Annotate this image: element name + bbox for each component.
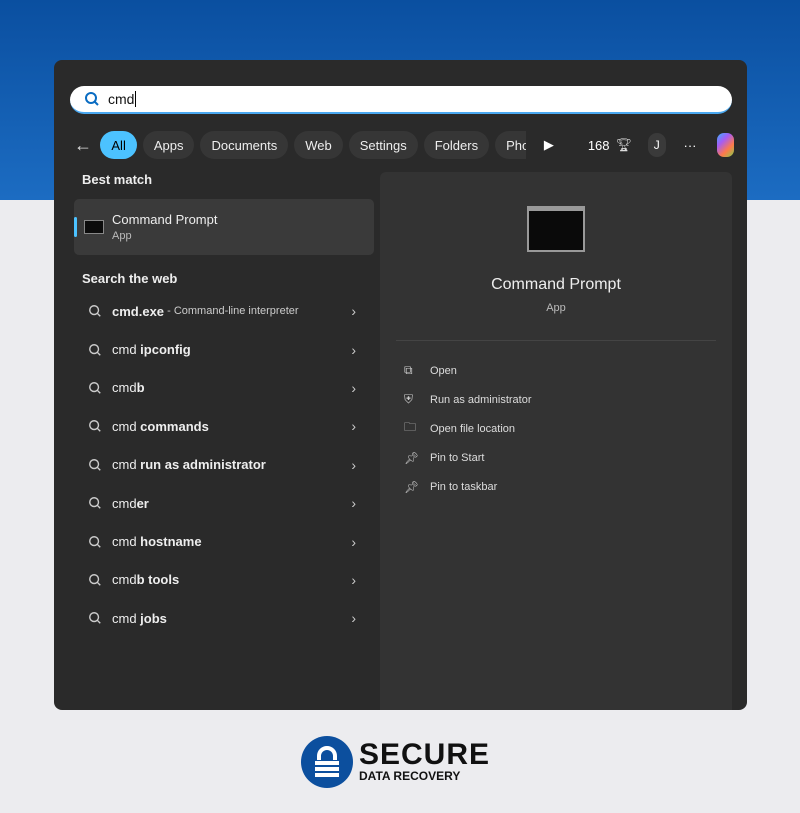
padlock-icon — [301, 736, 353, 788]
web-result-prefix: cmd — [112, 572, 137, 588]
rewards-trophy-icon: 🏆︎ — [615, 137, 633, 152]
command-prompt-large-icon — [527, 206, 585, 252]
preview-title: Command Prompt — [491, 276, 621, 293]
chevron-right-icon: › — [351, 341, 356, 358]
divider — [396, 340, 716, 341]
web-result-suffix: ipconfig — [140, 342, 191, 358]
logo-line2: DATA RECOVERY — [359, 769, 461, 783]
search-icon — [89, 305, 101, 317]
chevron-right-icon: › — [351, 456, 356, 473]
copilot-icon[interactable] — [716, 133, 734, 157]
chevron-right-icon: › — [351, 379, 356, 396]
action-label: Open file location — [430, 422, 515, 435]
web-result[interactable]: cmd b › — [74, 369, 374, 407]
web-result-prefix: cmd — [112, 342, 141, 358]
web-result-suffix: commands — [140, 418, 209, 434]
best-match-subtitle: App — [112, 230, 132, 242]
action-label: Pin to Start — [430, 451, 485, 464]
web-result[interactable]: cmd run as administrator › — [74, 446, 374, 484]
best-match-item[interactable]: Command Prompt App — [74, 199, 374, 255]
best-match-title: Command Prompt — [112, 212, 218, 227]
web-result-suffix: b — [136, 380, 145, 396]
filter-apps[interactable]: Apps — [142, 131, 195, 159]
chevron-right-icon: › — [351, 495, 356, 512]
chevron-right-icon: › — [351, 571, 356, 588]
web-result[interactable]: cmd.exe - Command-line interpreter › — [74, 292, 374, 330]
filter-documents[interactable]: Documents — [200, 131, 289, 159]
avatar[interactable]: J — [648, 133, 666, 157]
filter-photos[interactable]: Pho — [495, 131, 526, 159]
action-label: Run as administrator — [430, 393, 532, 406]
filter-settings[interactable]: Settings — [348, 131, 418, 159]
web-result[interactable]: cmd er › — [74, 484, 374, 522]
web-result-prefix: cmd — [112, 457, 141, 473]
action-label: Pin to taskbar — [430, 480, 498, 493]
action-item[interactable]: 🗀 Open file location — [404, 414, 532, 443]
selection-indicator — [74, 217, 77, 237]
web-result-prefix: cmd — [112, 610, 141, 626]
chevron-right-icon: › — [351, 418, 356, 435]
web-result-suffix: hostname — [140, 534, 202, 550]
results-pane: Best match Command Prompt App Search the … — [74, 172, 374, 638]
start-search-window: cmd ← All Apps Documents Web Settings Fo… — [54, 60, 747, 710]
search-icon — [89, 420, 101, 433]
filter-folders[interactable]: Folders — [423, 131, 490, 159]
search-icon — [89, 612, 101, 625]
chevron-right-icon: › — [351, 303, 356, 320]
search-icon — [89, 382, 101, 394]
search-icon — [89, 497, 101, 509]
secure-data-recovery-logo: SECURE DATA RECOVERY — [301, 736, 490, 788]
search-icon — [89, 458, 101, 471]
action-label: Open — [430, 364, 457, 377]
open-icon: ⧉ — [404, 363, 413, 377]
web-result-suffix: run as administrator — [140, 457, 266, 473]
action-item[interactable]: 📌︎ Pin to Start — [404, 443, 532, 472]
best-match-header: Best match — [82, 172, 153, 187]
shield-icon: ⛨ — [404, 392, 414, 406]
web-result[interactable]: cmd commands › — [74, 407, 374, 445]
preview-subtitle: App — [546, 302, 566, 314]
web-result-suffix: er — [136, 495, 149, 511]
web-result-suffix: b tools — [136, 572, 180, 588]
web-result[interactable]: cmd hostname › — [74, 522, 374, 560]
web-result[interactable]: cmd jobs › — [74, 599, 374, 637]
filter-bar: ← All Apps Documents Web Settings Folder… — [74, 130, 734, 160]
back-arrow-icon[interactable]: ← — [74, 135, 94, 156]
search-icon — [89, 343, 101, 356]
chevron-right-icon: › — [351, 610, 356, 627]
play-more-filters-icon[interactable]: ▶ — [544, 137, 554, 153]
action-item[interactable]: ⛨ Run as administrator — [404, 385, 532, 414]
search-icon — [89, 535, 101, 548]
preview-pane: Command Prompt App ⧉ Open ⛨ Run as administ… — [380, 172, 732, 710]
web-result-prefix: cmd — [112, 495, 137, 511]
search-web-header: Search the web — [82, 271, 178, 286]
filter-all[interactable]: All — [100, 131, 137, 159]
pin-icon: 📌︎ — [404, 479, 420, 494]
folder-icon: 🗀 — [404, 420, 417, 434]
pin-icon: 📌︎ — [404, 450, 420, 465]
chevron-right-icon: › — [351, 533, 356, 550]
more-options-button[interactable]: ··· — [684, 138, 697, 153]
rewards-points[interactable]: 168 — [588, 138, 610, 153]
web-result-prefix: cmd — [112, 418, 141, 434]
action-item[interactable]: ⧉ Open — [404, 356, 532, 385]
search-icon — [89, 573, 101, 586]
action-item[interactable]: 📌︎ Pin to taskbar — [404, 472, 532, 501]
web-result[interactable]: cmd ipconfig › — [74, 330, 374, 368]
web-result-description: - Command-line interpreter — [164, 305, 299, 318]
web-result-prefix: cmd — [112, 534, 141, 550]
web-result-prefix: cmd.exe — [112, 303, 165, 319]
web-result-suffix: jobs — [140, 610, 167, 626]
command-prompt-icon — [84, 220, 104, 234]
filter-web[interactable]: Web — [294, 131, 343, 159]
logo-line1: SECURE — [359, 738, 491, 771]
web-result-prefix: cmd — [112, 380, 137, 396]
search-input[interactable]: cmd — [70, 86, 732, 114]
search-value: cmd — [108, 91, 135, 107]
search-icon — [85, 92, 99, 106]
web-result[interactable]: cmd b tools › — [74, 561, 374, 599]
